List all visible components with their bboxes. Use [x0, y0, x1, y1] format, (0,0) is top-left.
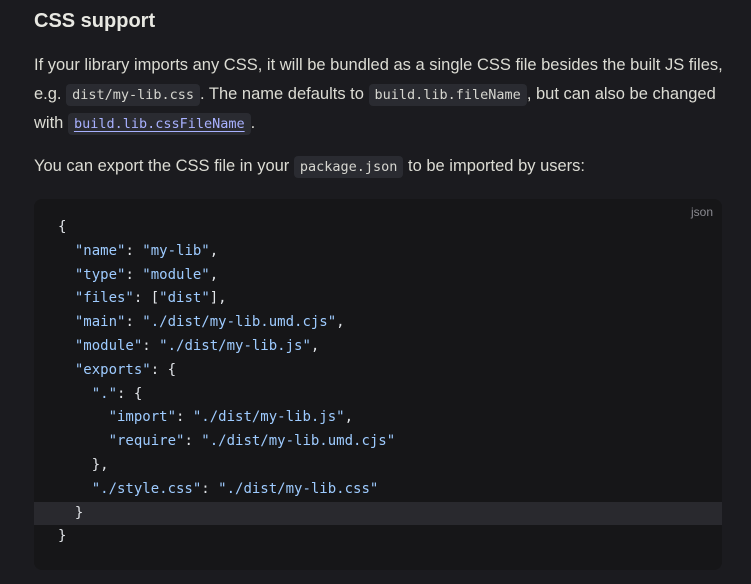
code-line: } [58, 528, 67, 545]
paragraph-text: . [250, 114, 256, 132]
code-line: { [58, 219, 67, 235]
code-line: "name": "my-lib", [74, 242, 219, 259]
code-line: "import": "./dist/my-lib.js", [108, 409, 354, 426]
code-line: "./style.css": "./dist/my-lib.css" [91, 480, 379, 497]
code-content[interactable]: { "name": "my-lib", "type": "module", "f… [34, 216, 722, 549]
section-title: CSS support [34, 10, 156, 32]
paragraph-text: . The name defaults to [200, 84, 369, 103]
code-line: "main": "./dist/my-lib.umd.cjs", [74, 314, 345, 331]
css-support-paragraph: If your library imports any CSS, it will… [34, 51, 734, 139]
code-line: "files": ["dist"], [74, 290, 227, 307]
code-line: "require": "./dist/my-lib.umd.cjs" [108, 433, 396, 450]
code-line: } [34, 501, 722, 526]
inline-code-dist-css: dist/my-lib.css [66, 83, 201, 106]
code-line: }, [58, 456, 109, 473]
code-line: ".": { [91, 385, 143, 402]
css-filename-link[interactable]: build.lib.cssFileName [67, 113, 251, 135]
paragraph-text: You can export the CSS file in your [34, 157, 294, 175]
code-line: "exports": { [74, 361, 177, 378]
export-paragraph: You can export the CSS file in your pack… [34, 152, 734, 182]
code-line: "module": "./dist/my-lib.js", [74, 337, 320, 354]
code-line: "type": "module", [74, 266, 219, 283]
inline-code-filename: build.lib.fileName [368, 83, 527, 106]
inline-code-package-json: package.json [293, 156, 404, 178]
code-block[interactable]: json { "name": "my-lib", "type": "module… [34, 199, 722, 570]
paragraph-text: to be imported by users: [403, 157, 586, 175]
